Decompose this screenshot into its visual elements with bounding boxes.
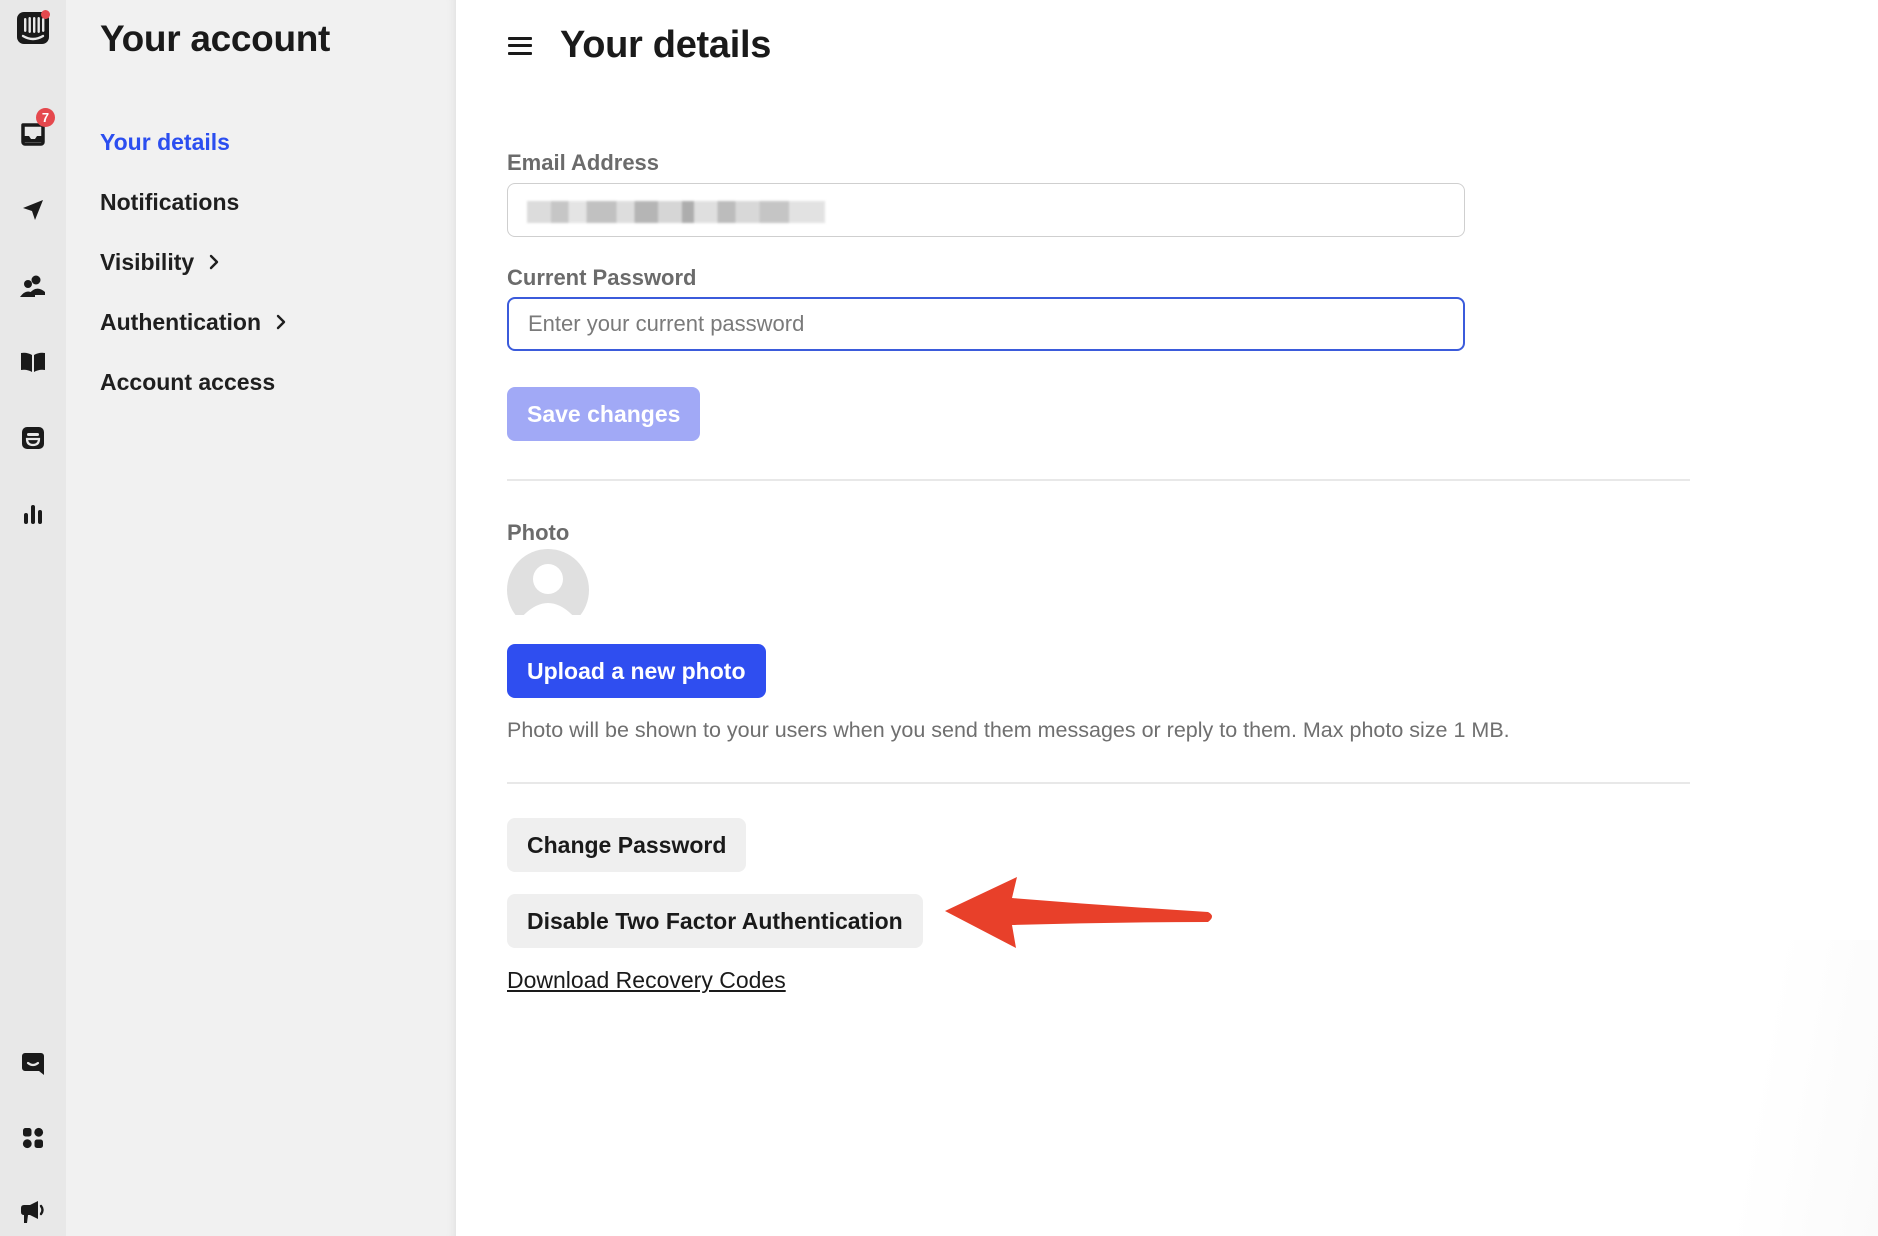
nav-item-notifications[interactable]: Notifications (100, 172, 287, 232)
nav-item-label: Visibility (100, 248, 195, 275)
disable-two-factor-button[interactable]: Disable Two Factor Authentication (507, 894, 923, 948)
change-password-button[interactable]: Change Password (507, 818, 747, 872)
menu-toggle-button[interactable] (508, 35, 532, 57)
page-header: Your details (508, 24, 771, 67)
download-recovery-codes-link[interactable]: Download Recovery Codes (507, 967, 786, 994)
rail-contacts[interactable] (13, 266, 53, 306)
rail-outbound[interactable] (13, 190, 53, 230)
photo-help-text: Photo will be shown to your users when y… (507, 718, 1510, 742)
messenger-icon (22, 1053, 44, 1075)
decorative-fade (1656, 940, 1878, 1236)
rail-reports[interactable] (13, 494, 53, 534)
bar-chart-icon (24, 505, 42, 524)
default-avatar-icon (507, 549, 589, 615)
megaphone-icon (21, 1201, 44, 1223)
rail-tickets[interactable] (13, 418, 53, 458)
hamburger-icon-bar (508, 36, 532, 40)
nav-item-label: Account access (100, 368, 276, 395)
current-password-input[interactable] (507, 297, 1465, 351)
hamburger-icon-bar (508, 51, 532, 55)
nav-item-authentication[interactable]: Authentication (100, 292, 287, 352)
main-content: Your details Email Address Current Passw… (456, 0, 1878, 1236)
inbox-badge: 7 (36, 108, 55, 127)
contacts-icon (20, 275, 45, 297)
rail-inbox[interactable]: 7 (13, 108, 55, 154)
account-sidebar: Your account Your details Notifications … (66, 0, 456, 1236)
hamburger-icon-bar (508, 44, 532, 47)
nav-item-label: Your details (100, 128, 230, 155)
chevron-right-icon (208, 254, 220, 270)
book-icon (21, 352, 45, 372)
chevron-right-icon (275, 314, 287, 330)
save-changes-button[interactable]: Save changes (507, 387, 701, 441)
rail-knowledge[interactable] (13, 342, 53, 382)
redacted-email-value (527, 201, 825, 223)
rail-apps[interactable] (13, 1118, 53, 1158)
account-nav: Your details Notifications Visibility Au… (100, 112, 287, 412)
sidebar-title: Your account (100, 18, 331, 59)
current-password-label: Current Password (507, 265, 697, 290)
email-label: Email Address (507, 150, 660, 175)
nav-item-your-details[interactable]: Your details (100, 112, 287, 172)
rail-messenger[interactable] (13, 1044, 53, 1084)
section-divider (507, 782, 1690, 784)
photo-label: Photo (507, 520, 570, 545)
nav-item-visibility[interactable]: Visibility (100, 232, 287, 292)
icon-rail: 7 (0, 0, 66, 1236)
notification-dot (41, 10, 50, 19)
app-logo-button[interactable] (13, 8, 53, 48)
nav-item-label: Notifications (100, 188, 240, 215)
nav-item-label: Authentication (100, 308, 261, 335)
rail-announcements[interactable] (13, 1192, 53, 1232)
page-title: Your details (560, 24, 772, 66)
apps-grid-icon (22, 1127, 44, 1149)
nav-item-account-access[interactable]: Account access (100, 352, 287, 412)
tickets-icon (22, 427, 44, 449)
section-divider (507, 479, 1690, 481)
avatar (507, 549, 589, 615)
upload-photo-button[interactable]: Upload a new photo (507, 644, 766, 698)
send-icon (23, 200, 43, 220)
